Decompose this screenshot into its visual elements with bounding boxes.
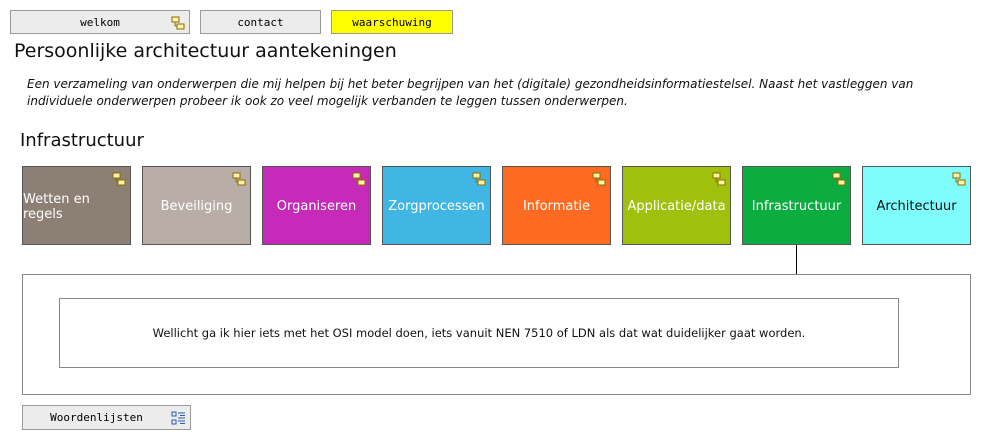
tile-label: Applicatie/data — [627, 199, 726, 214]
tile-beveiliging[interactable]: Beveiliging — [142, 166, 251, 245]
tile-label: Zorgprocessen — [388, 199, 485, 214]
welkom-button[interactable]: welkom — [10, 10, 190, 34]
waarschuwing-button[interactable]: waarschuwing — [331, 10, 453, 34]
model-link-icon — [472, 172, 486, 186]
section-title: Infrastructuur — [20, 130, 144, 151]
model-link-icon — [112, 172, 126, 186]
tile-infrastructuur[interactable]: Infrastructuur — [742, 166, 851, 245]
model-link-icon — [352, 172, 366, 186]
tile-organiseren[interactable]: Organiseren — [262, 166, 371, 245]
tile-architectuur[interactable]: Architectuur — [862, 166, 971, 245]
waarschuwing-label: waarschuwing — [352, 15, 432, 29]
tile-informatie[interactable]: Informatie — [502, 166, 611, 245]
contact-label: contact — [237, 15, 284, 29]
tile-label: Beveiliging — [160, 199, 233, 214]
tile-label: Organiseren — [276, 199, 357, 214]
woordenlijsten-label: Woordenlijsten — [50, 411, 143, 424]
model-link-icon — [952, 172, 966, 186]
welkom-label: welkom — [80, 15, 120, 29]
model-link-icon — [712, 172, 726, 186]
tile-label: Infrastructuur — [751, 199, 842, 214]
model-link-icon — [171, 16, 185, 30]
tile-label: Informatie — [522, 199, 591, 214]
list-icon — [171, 411, 185, 425]
tile-label: Wetten en regels — [23, 191, 90, 222]
note-box: Wellicht ga ik hier iets met het OSI mod… — [59, 298, 899, 368]
page-title: Persoonlijke architectuur aantekeningen — [14, 40, 397, 62]
tile-zorgprocessen[interactable]: Zorgprocessen — [382, 166, 491, 245]
connector-line — [796, 245, 797, 274]
woordenlijsten-button[interactable]: Woordenlijsten — [22, 405, 191, 430]
tile-wetten-en-regels[interactable]: Wetten en regels — [22, 166, 131, 245]
tile-applicatie-data[interactable]: Applicatie/data — [622, 166, 731, 245]
tile-label: Architectuur — [876, 199, 957, 214]
model-link-icon — [832, 172, 846, 186]
note-text: Wellicht ga ik hier iets met het OSI mod… — [152, 326, 806, 340]
page-intro: Een verzameling van onderwerpen die mij … — [27, 77, 914, 108]
model-link-icon — [592, 172, 606, 186]
contact-button[interactable]: contact — [200, 10, 321, 34]
model-link-icon — [232, 172, 246, 186]
